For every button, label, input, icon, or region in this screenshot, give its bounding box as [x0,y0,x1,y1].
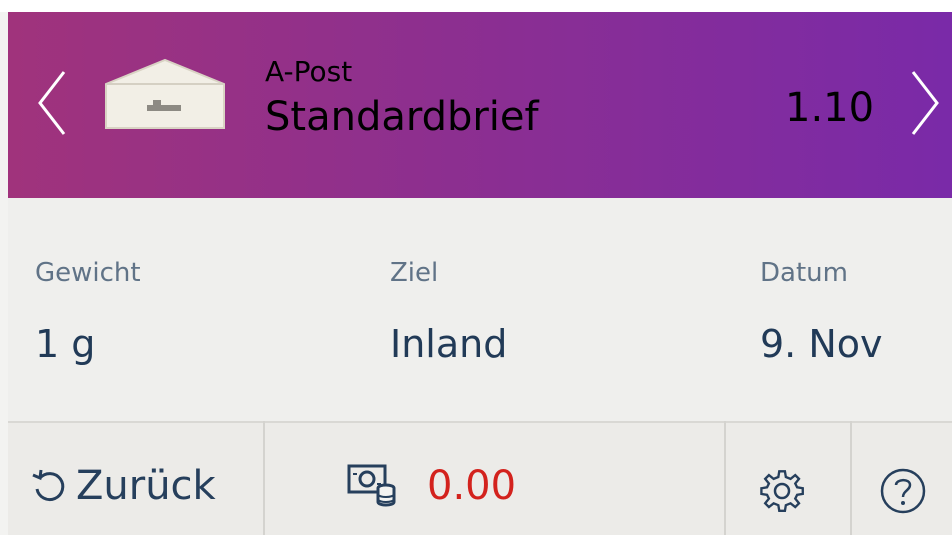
postage-price: 1.10 [785,85,875,131]
footer-divider [263,421,265,535]
chevron-right-icon [911,71,939,135]
screen-bezel-top [0,0,952,12]
footer-divider [724,421,726,535]
weight-label: Gewicht [35,258,141,288]
help-button[interactable] [873,461,933,521]
destination-value[interactable]: Inland [390,322,507,366]
weight-value[interactable]: 1 g [35,322,95,366]
product-category: A-Post [265,55,353,88]
back-button-label: Zurück [76,463,216,509]
undo-icon [32,469,65,502]
postage-machine-screen: A-Post Standardbrief 1.10 Gewicht 1 g Zi… [0,0,952,535]
money-coins-icon [347,464,396,507]
shipment-details [8,198,952,421]
date-label: Datum [760,258,848,288]
previous-product-button[interactable] [32,68,72,138]
destination-label: Ziel [390,258,439,288]
settings-button[interactable] [752,461,812,521]
envelope-icon [100,58,230,130]
credit-balance-value: 0.00 [427,463,517,509]
chevron-left-icon [38,71,66,135]
product-name: Standardbrief [265,94,539,140]
date-value[interactable]: 9. Nov [760,322,883,366]
back-button[interactable]: Zurück [30,456,216,516]
credit-balance-button[interactable]: 0.00 [345,456,516,516]
help-icon [880,468,926,514]
gear-icon [760,470,804,513]
footer-divider [850,421,852,535]
next-product-button[interactable] [905,68,945,138]
